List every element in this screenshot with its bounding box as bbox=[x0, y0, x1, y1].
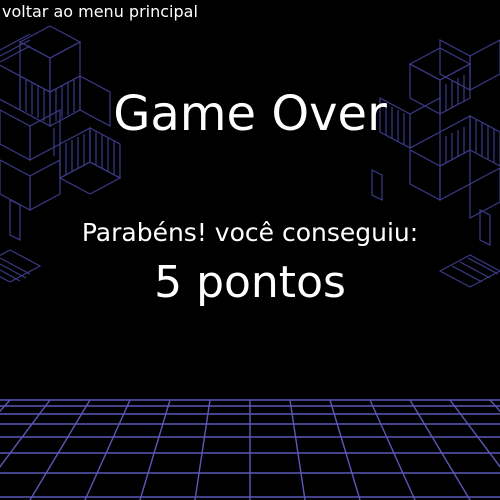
congratulations-message: Parabéns! você conseguiu: bbox=[81, 218, 419, 247]
game-over-screen: voltar ao menu principal Game Over Parab… bbox=[0, 0, 500, 500]
score-display: 5 pontos bbox=[154, 257, 346, 308]
back-to-main-menu-link[interactable]: voltar ao menu principal bbox=[2, 1, 198, 23]
background-art bbox=[0, 25, 500, 500]
game-over-title: Game Over bbox=[113, 86, 387, 142]
perspective-floor-grid bbox=[0, 399, 500, 500]
